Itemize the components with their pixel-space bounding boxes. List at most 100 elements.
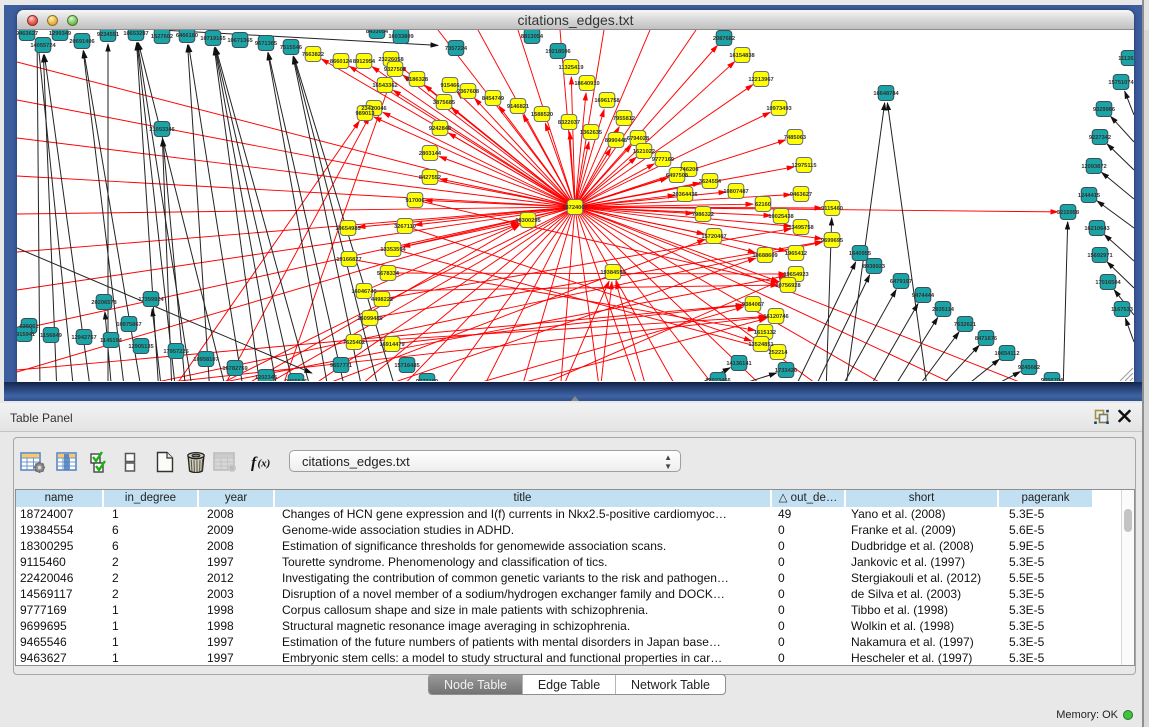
svg-text:8471676: 8471676 [975,336,997,342]
svg-text:16099489: 16099489 [357,316,382,322]
svg-text:8660124: 8660124 [330,59,353,65]
svg-text:9657771: 9657771 [330,363,352,369]
svg-text:8433054: 8433054 [366,30,389,35]
svg-text:9242848: 9242848 [429,126,451,132]
svg-text:16210643: 16210643 [1084,226,1109,232]
svg-text:15692971: 15692971 [1087,253,1112,259]
svg-text:(x): (x) [258,458,271,470]
svg-text:20206578: 20206578 [91,300,116,306]
svg-text:12942757: 12942757 [71,335,96,341]
svg-text:16782759: 16782759 [222,366,247,372]
svg-text:9327505: 9327505 [384,67,406,73]
svg-text:16648784: 16648784 [873,91,899,97]
svg-text:7485063: 7485063 [784,135,806,141]
svg-text:14055724: 14055724 [30,43,56,49]
svg-text:989013: 989013 [356,111,375,117]
svg-text:10653287: 10653287 [123,31,148,37]
svg-text:1112633: 1112633 [1118,56,1134,62]
svg-text:1733426: 1733426 [775,368,797,374]
svg-text:17016504: 17016504 [1095,280,1121,286]
svg-text:13524851: 13524851 [748,342,773,348]
svg-text:9463627: 9463627 [17,31,38,37]
svg-text:8322037: 8322037 [558,120,580,126]
svg-text:20691406: 20691406 [69,39,94,45]
svg-text:15720407: 15720407 [701,234,726,240]
svg-text:14136141: 14136141 [726,361,751,367]
svg-text:6479197: 6479197 [890,279,912,285]
svg-text:10807487: 10807487 [723,189,748,195]
svg-text:17359924: 17359924 [138,297,164,303]
svg-text:252214: 252214 [769,350,789,356]
svg-text:9356704: 9356704 [1041,378,1064,381]
svg-text:10958107: 10958107 [193,357,218,363]
svg-text:18724007: 18724007 [562,205,587,211]
svg-text:7625402: 7625402 [343,340,365,346]
svg-text:3915941: 3915941 [17,332,35,338]
svg-text:13353594: 13353594 [380,247,406,253]
svg-text:1202346: 1202346 [255,375,277,381]
svg-text:16961758: 16961758 [594,98,619,104]
svg-text:6497508: 6497508 [666,173,688,179]
svg-text:8454749: 8454749 [482,96,504,102]
svg-text:1615132: 1615132 [754,330,776,336]
svg-text:7632621: 7632621 [954,322,976,328]
svg-text:1527602: 1527602 [151,34,173,40]
svg-text:12093872: 12093872 [1081,164,1106,170]
svg-text:9474444: 9474444 [912,293,935,299]
svg-text:7357224: 7357224 [445,46,468,52]
svg-text:7515546: 7515546 [280,45,302,51]
svg-text:7955812: 7955812 [613,116,635,122]
svg-text:10688609: 10688609 [752,253,777,259]
svg-text:16914479: 16914479 [379,342,404,348]
svg-text:16543362: 16543362 [372,83,397,89]
svg-text:7986322: 7986322 [692,212,714,218]
svg-text:16033809: 16033809 [388,34,413,40]
svg-text:3267110: 3267110 [394,224,416,230]
svg-text:6794028: 6794028 [627,136,649,142]
svg-text:9245682: 9245682 [1018,365,1040,371]
svg-text:21053346: 21053346 [149,127,174,133]
svg-text:1244415: 1244415 [1078,193,1100,199]
svg-text:8990448: 8990448 [605,138,627,144]
svg-text:23226058: 23226058 [378,57,403,63]
svg-text:10719165: 10719165 [200,36,225,42]
svg-text:9146821: 9146821 [507,104,529,110]
svg-text:3875685: 3875685 [433,100,455,106]
svg-text:1145194: 1145194 [100,338,123,344]
svg-text:2803144: 2803144 [419,151,442,157]
svg-text:2087682: 2087682 [713,36,735,42]
svg-text:12975115: 12975115 [792,163,817,169]
svg-text:9384067: 9384067 [742,302,764,308]
svg-text:9234551: 9234551 [97,32,119,38]
svg-text:19654923: 19654923 [783,272,808,278]
svg-text:8938923: 8938923 [863,264,885,270]
svg-text:9115460: 9115460 [821,206,843,212]
svg-text:1299349: 1299349 [49,31,71,37]
svg-text:19654985: 19654985 [335,226,360,232]
svg-text:16120746: 16120746 [763,314,788,320]
svg-text:10671365: 10671365 [227,38,252,44]
svg-text:1362635: 1362635 [580,130,602,136]
svg-text:10025438: 10025438 [768,214,793,220]
svg-text:2367608: 2367608 [457,89,479,95]
svg-text:16046746: 16046746 [351,289,376,295]
svg-text:635061: 635061 [20,324,39,330]
svg-text:12213967: 12213967 [748,77,773,83]
svg-text:9777169: 9777169 [416,379,438,381]
svg-text:19218506: 19218506 [545,49,570,55]
svg-text:9777169: 9777169 [652,157,674,163]
svg-text:10654112: 10654112 [995,351,1020,357]
svg-text:16154838: 16154838 [729,53,754,59]
svg-text:7663822: 7663822 [302,52,324,58]
svg-text:9699695: 9699695 [821,238,843,244]
svg-text:9329966: 9329966 [1093,107,1115,113]
svg-text:15716485: 15716485 [394,363,419,369]
svg-text:8912954: 8912954 [353,59,376,65]
svg-text:1621022: 1621022 [633,149,655,155]
svg-text:8186328: 8186328 [406,77,428,83]
svg-text:10975867: 10975867 [116,322,141,328]
svg-text:15751074: 15751074 [1108,80,1134,86]
svg-text:6466160: 6466160 [176,33,198,39]
svg-text:10973493: 10973493 [766,106,791,112]
svg-text:11325419: 11325419 [559,65,584,71]
